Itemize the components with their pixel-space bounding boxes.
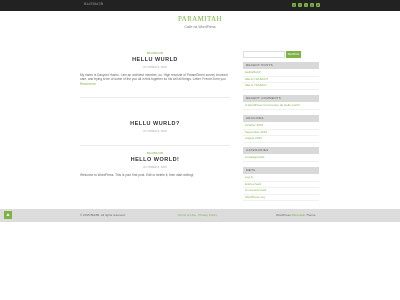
twitter-icon[interactable]: t: [304, 3, 308, 7]
post-excerpt-text: My name is Dasyoni Hosiro. I am an archi…: [80, 72, 228, 82]
widget-title: CATEGORIES: [243, 147, 319, 154]
post: HELLU WURLD? OCTOBER 8, 2015: [80, 119, 230, 133]
post-divider: [80, 97, 230, 98]
topbar-site-name[interactable]: ВЫЗВЫЗВ: [84, 2, 104, 6]
post-category[interactable]: ВЫЗВЫЗВ: [80, 151, 230, 155]
comment-post-link[interactable]: Hello world!: [284, 103, 300, 107]
comment-author-link[interactable]: A WordPress Commenter: [245, 103, 279, 107]
linkedin-icon[interactable]: in: [316, 3, 320, 7]
facebook-icon[interactable]: f: [298, 3, 302, 7]
post: ВЫЗВЫЗВ HELLU WURLD OCTOBER 8, 2015 My n…: [80, 51, 230, 86]
theme-credit-link[interactable]: Paramitah: [292, 213, 306, 217]
widget-recent-posts: RECENT POSTS HelloWorld! HELLU WURLD? HE…: [243, 62, 319, 90]
site-tagline: Сайт на WordPress: [184, 25, 216, 29]
widget-recent-comments: RECENT COMMENTS A WordPress Commenter on…: [243, 95, 319, 110]
pinterest-icon[interactable]: p: [310, 3, 314, 7]
theme-credit: WordPress Paramitah Theme: [276, 213, 315, 217]
widget-title: ARCHIVES: [243, 115, 319, 122]
post-date[interactable]: OCTOBER 8, 2015: [80, 165, 230, 169]
credit-prefix: WordPress: [276, 213, 292, 217]
post-excerpt: My name is Dasyoni Hosiro. I am an archi…: [80, 73, 230, 87]
archive-link[interactable]: August 2015: [243, 136, 319, 143]
recent-comment: A WordPress Commenter on Hello world!: [243, 103, 319, 110]
site-title[interactable]: PARAMITAH: [0, 15, 400, 23]
search-button[interactable]: SEARCH: [286, 51, 301, 58]
widget-archives: ARCHIVES October 2015 September 2015 Aug…: [243, 115, 319, 143]
widget-title: RECENT COMMENTS: [243, 95, 319, 102]
top-bar: ВЫЗВЫЗВ g f t p in: [0, 0, 400, 11]
copyright-text: © 2015 ВЫЗВ. All rights reserved.: [80, 213, 126, 217]
post-excerpt: Welcome to WordPress. This is your first…: [80, 172, 194, 177]
post: ВЫЗВЫЗВ HELLO WORLD! OCTOBER 8, 2015 Wel…: [80, 151, 230, 177]
arrow-up-icon: ▲: [5, 212, 11, 218]
search-form: SEARCH: [243, 51, 301, 58]
post-date[interactable]: OCTOBER 8, 2015: [80, 129, 230, 133]
read-more-link[interactable]: Read more: [80, 82, 96, 86]
comment-on-text: on: [279, 103, 284, 107]
post-title[interactable]: HELLO WORLD!: [80, 157, 230, 163]
post-category[interactable]: ВЫЗВЫЗВ: [80, 51, 230, 55]
credit-suffix: Theme: [305, 213, 316, 217]
site-header: PARAMITAH Сайт на WordPress: [0, 11, 400, 47]
post-date[interactable]: OCTOBER 8, 2015: [80, 65, 230, 69]
google-plus-icon[interactable]: g: [292, 3, 296, 7]
widget-categories: CATEGORIES Uncategorized: [243, 147, 319, 162]
widget-title: RECENT POSTS: [243, 62, 319, 69]
widget-meta: META Log in Entries feed Comments feed W…: [243, 167, 319, 201]
recent-post-link[interactable]: HELLU WURLD: [243, 83, 319, 90]
search-input[interactable]: [243, 51, 285, 58]
scroll-top-button[interactable]: ▲: [4, 211, 12, 219]
post-title[interactable]: HELLU WURLD: [80, 57, 230, 63]
social-icons: g f t p in: [292, 3, 320, 7]
post-divider: [80, 145, 230, 146]
widget-title: META: [243, 167, 319, 174]
meta-link[interactable]: WordPress.org: [243, 195, 319, 201]
footer-links[interactable]: Terms of Use · Privacy Policy: [178, 213, 217, 217]
site-footer: ▲ © 2015 ВЫЗВ. All rights reserved. Term…: [0, 209, 400, 222]
post-title[interactable]: HELLU WURLD?: [80, 121, 230, 127]
category-link[interactable]: Uncategorized: [243, 155, 319, 162]
